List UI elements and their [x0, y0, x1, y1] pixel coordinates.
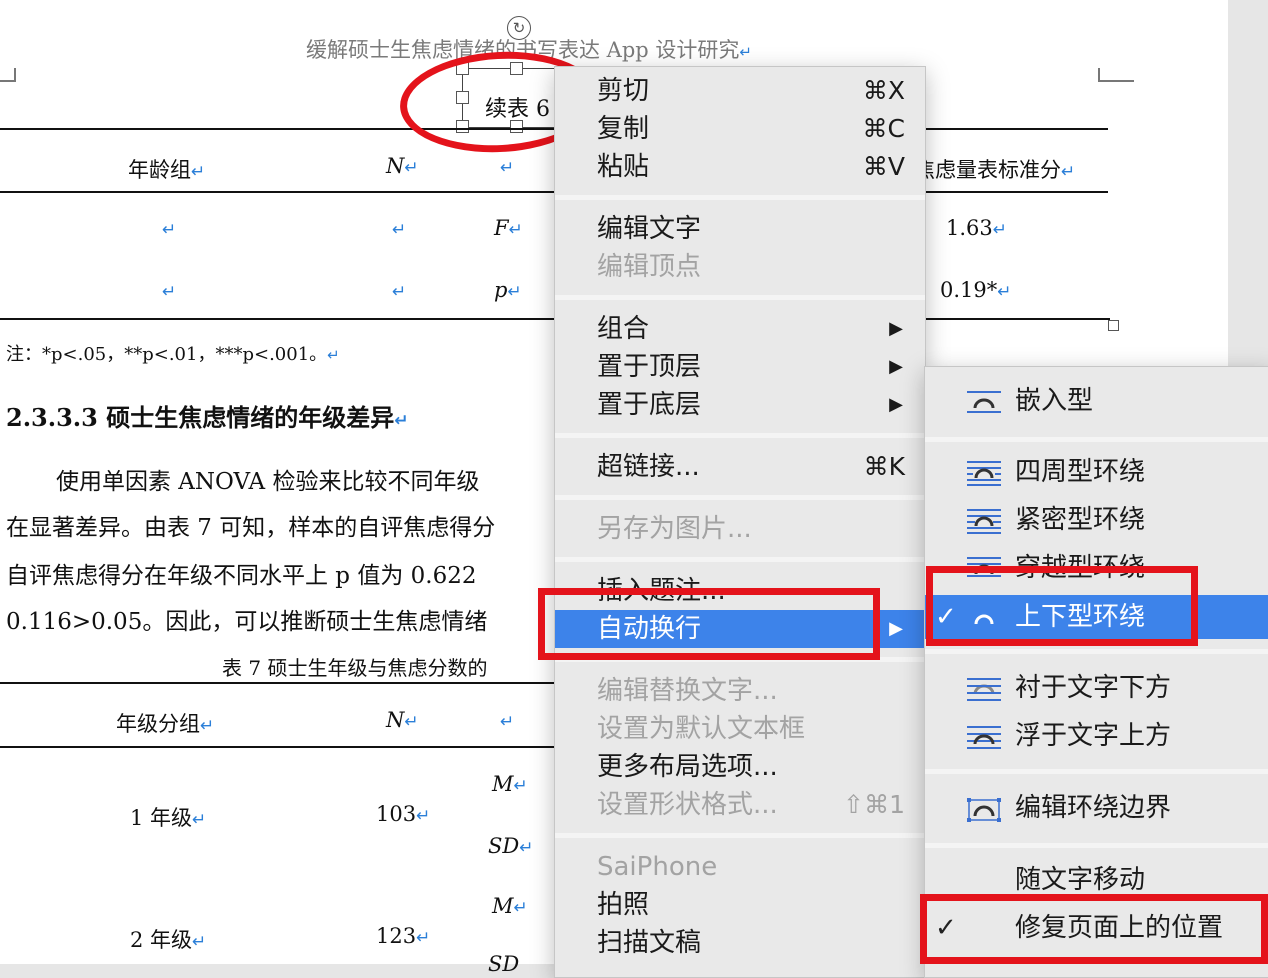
- table-cell: ↵: [162, 220, 177, 240]
- table7-rule-mid: [0, 746, 560, 748]
- table-cell: p↵: [494, 278, 522, 302]
- table7-cell: SD↵: [488, 834, 534, 858]
- annotation-box: [920, 894, 1268, 964]
- table7-cell: M↵: [492, 772, 528, 796]
- menu-item-edit-alt-text: 编辑替换文字...: [597, 676, 778, 706]
- table7-caption: 表 7 硕士生年级与焦虑分数的: [222, 656, 488, 680]
- menu-separator: [555, 295, 925, 300]
- menu-item-format-shape: 设置形状格式... ⇧⌘1: [597, 790, 905, 820]
- submenu-item-in-front-of-text[interactable]: 浮于文字上方: [925, 717, 1268, 755]
- edit-wrap-points-icon: [967, 798, 1001, 822]
- menu-item-more-layout-options[interactable]: 更多布局选项...: [555, 748, 925, 786]
- submenu-arrow-icon: ▶: [889, 394, 903, 415]
- tight-wrap-icon: [967, 509, 1001, 534]
- table-cell: F↵: [494, 216, 523, 240]
- menu-item-cut[interactable]: 剪切 ⌘X: [555, 72, 925, 110]
- annotation-box: [538, 588, 880, 660]
- menu-separator: [555, 433, 925, 438]
- menu-item-hyperlink[interactable]: 超链接... ⌘K: [555, 448, 925, 486]
- submenu-item-behind-text[interactable]: 衬于文字下方: [925, 669, 1268, 707]
- menu-item-group[interactable]: 组合 ▶: [555, 310, 925, 348]
- menu-separator: [555, 495, 925, 500]
- menu-separator: [555, 833, 925, 838]
- menu-separator: [555, 195, 925, 200]
- in-front-text-icon: [967, 726, 1001, 749]
- paragraph-line: 在显著差异。由表 7 可知，样本的自评焦虑得分: [6, 515, 496, 541]
- menu-item-send-to-back[interactable]: 置于底层 ▶: [555, 386, 925, 424]
- table7-cell: 2 年级↵: [130, 928, 207, 952]
- inline-wrap-icon: [967, 391, 1001, 413]
- menu-item-edit-text[interactable]: 编辑文字: [555, 210, 925, 248]
- table-cell: ↵: [392, 282, 407, 302]
- table-cell: ↵: [392, 220, 407, 240]
- table7-header-cell: ↵: [500, 712, 515, 732]
- table-note: 注：*p<.05，**p<.01，***p<.001。↵: [6, 344, 340, 365]
- section-title: 2.3.3.3 硕士生焦虑情绪的年级差异↵: [6, 403, 409, 432]
- table-header-cell: ↵: [500, 158, 515, 178]
- context-menu[interactable]: 剪切 ⌘X 复制 ⌘C 粘贴 ⌘V 编辑文字 编辑顶点 组合 ▶ 置于顶层 ▶ 置于底层 ▶…: [554, 66, 926, 978]
- menu-separator: [925, 649, 1268, 654]
- annotation-box: [926, 566, 1198, 646]
- crop-mark-left: [0, 68, 16, 82]
- menu-item-save-as-picture: 另存为图片...: [597, 514, 752, 544]
- table-cell: 0.19*↵: [940, 278, 1012, 302]
- resize-handle[interactable]: [1108, 320, 1119, 331]
- submenu-item-tight[interactable]: 紧密型环绕: [925, 501, 1268, 539]
- paragraph-line: 使用单因素 ANOVA 检验来比较不同年级: [56, 469, 480, 495]
- paragraph-line: 0.116>0.05。因此，可以推断硕士生焦虑情绪: [6, 609, 488, 635]
- table-header-cell: 焦虑量表标准分↵: [914, 158, 1076, 182]
- menu-item-copy[interactable]: 复制 ⌘C: [555, 110, 925, 148]
- submenu-item-square[interactable]: 四周型环绕: [925, 453, 1268, 491]
- rotate-handle-icon[interactable]: ↻: [507, 16, 531, 40]
- submenu-arrow-icon: ▶: [889, 618, 903, 639]
- submenu-arrow-icon: ▶: [889, 356, 903, 377]
- table-header-cell: 年龄组↵: [128, 158, 206, 182]
- crop-mark-right: [1098, 68, 1134, 82]
- table7-cell: 1 年级↵: [130, 806, 207, 830]
- menu-section-saiphone: SaiPhone: [597, 852, 718, 882]
- behind-text-icon: [967, 678, 1001, 701]
- wrap-text-submenu[interactable]: 嵌入型 四周型环绕 紧密型环绕 穿越型环绕 ✓ 上下型环绕 衬于文字下方 浮于文…: [924, 366, 1268, 978]
- paragraph-line: 自评焦虑得分在年级不同水平上 p 值为 0.622: [6, 563, 477, 589]
- menu-item-bring-to-front[interactable]: 置于顶层 ▶: [555, 348, 925, 386]
- menu-separator: [925, 769, 1268, 774]
- square-wrap-icon: [967, 461, 1001, 486]
- menu-separator: [555, 557, 925, 562]
- menu-item-set-default-textbox: 设置为默认文本框: [597, 714, 806, 744]
- table7-header-cell: N↵: [386, 708, 419, 732]
- menu-item-paste[interactable]: 粘贴 ⌘V: [555, 148, 925, 186]
- menu-item-take-photo[interactable]: 拍照: [555, 886, 925, 924]
- table7-cell: 103↵: [376, 802, 431, 826]
- submenu-arrow-icon: ▶: [889, 318, 903, 339]
- menu-item-edit-points: 编辑顶点: [597, 252, 702, 282]
- table-cell: 1.63↵: [946, 216, 1008, 240]
- table7-cell: SD: [488, 952, 520, 976]
- table-cell: ↵: [162, 282, 177, 302]
- menu-separator: [925, 843, 1268, 848]
- submenu-item-inline[interactable]: 嵌入型: [925, 382, 1268, 420]
- table7-cell: M↵: [492, 894, 528, 918]
- table7-cell: 123↵: [376, 924, 431, 948]
- menu-item-scan-document[interactable]: 扫描文稿: [555, 924, 925, 962]
- submenu-item-edit-wrap-points[interactable]: 编辑环绕边界: [925, 789, 1268, 827]
- menu-separator: [925, 437, 1268, 442]
- table7-header-cell: 年级分组↵: [116, 712, 215, 736]
- table7-rule-top: [0, 682, 560, 684]
- table-header-cell: N↵: [386, 154, 419, 178]
